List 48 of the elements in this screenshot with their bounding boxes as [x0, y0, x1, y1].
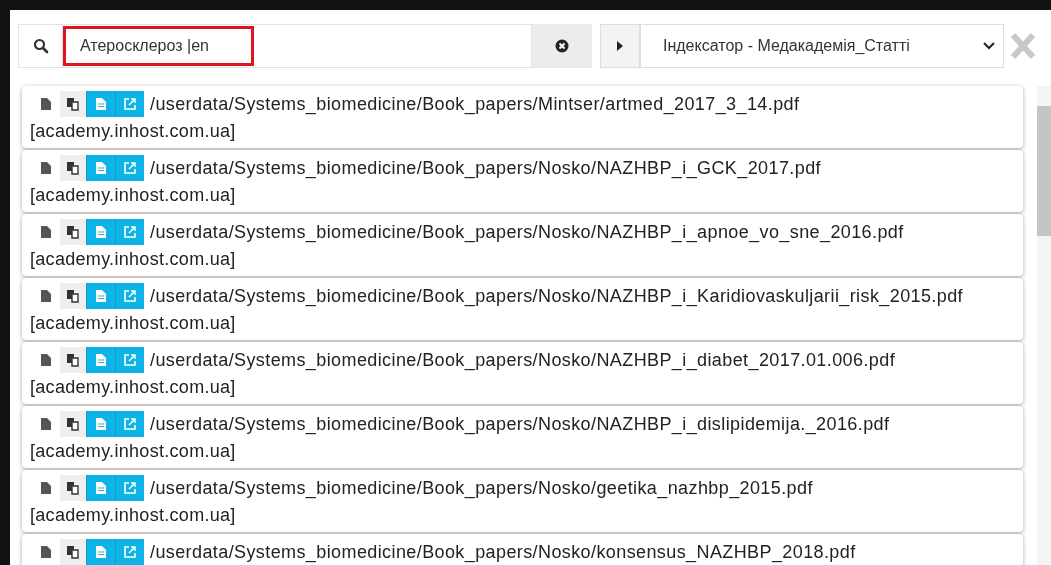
file-icon[interactable] [40, 97, 52, 111]
close-icon[interactable] [1010, 32, 1036, 60]
copy-icon[interactable] [60, 475, 86, 501]
search-field[interactable]: Атеросклероз |en [63, 26, 254, 66]
copy-icon[interactable] [60, 283, 86, 309]
external-link-icon[interactable] [115, 283, 144, 309]
external-link-icon[interactable] [115, 91, 144, 117]
source-domain: [academy.inhost.com.ua] [30, 120, 237, 143]
copy-icon[interactable] [60, 91, 86, 117]
clear-button[interactable] [532, 24, 592, 68]
file-icon[interactable] [40, 481, 52, 495]
copy-icon[interactable] [60, 539, 86, 565]
copy-icon[interactable] [60, 347, 86, 373]
external-link-icon[interactable] [115, 539, 144, 565]
file-path[interactable]: /userdata/Systems_biomedicine/Book_papers/Nosko/NAZHBP_i_GCK_2017.pdf [150, 157, 821, 179]
file-path[interactable]: /userdata/Systems_biomedicine/Book_papers/Mintser/artmed_2017_3_14.pdf [150, 93, 800, 115]
copy-icon[interactable] [60, 411, 86, 437]
file-path[interactable]: /userdata/Systems_biomedicine/Book_papers/Nosko/NAZHBP_i_diabet_2017.01.006.pdf [150, 349, 896, 371]
source-domain: [academy.inhost.com.ua] [30, 184, 237, 207]
file-icon[interactable] [40, 545, 52, 559]
scrollbar[interactable] [1037, 86, 1051, 565]
source-domain: [academy.inhost.com.ua] [30, 376, 237, 399]
source-domain: [academy.inhost.com.ua] [30, 440, 237, 463]
file-icon[interactable] [40, 353, 52, 367]
clear-icon [555, 39, 569, 53]
chevron-down-icon [983, 42, 995, 50]
copy-icon[interactable] [60, 219, 86, 245]
file-icon[interactable] [40, 417, 52, 431]
source-domain: [academy.inhost.com.ua] [30, 312, 237, 335]
file-path[interactable]: /userdata/Systems_biomedicine/Book_papers/Nosko/NAZHBP_i_Karidiovaskuljarii_risk_2015.pdf [150, 285, 963, 307]
external-link-icon[interactable] [115, 475, 144, 501]
file-icon[interactable] [40, 161, 52, 175]
play-icon [616, 41, 624, 51]
file-path[interactable]: /userdata/Systems_biomedicine/Book_papers/Nosko/konsensus_NAZHBP_2018.pdf [150, 541, 856, 563]
copy-icon[interactable] [60, 155, 86, 181]
file-icon[interactable] [40, 289, 52, 303]
external-link-icon[interactable] [115, 219, 144, 245]
source-domain: [academy.inhost.com.ua] [30, 248, 237, 271]
search-icon[interactable] [18, 24, 62, 68]
external-link-icon[interactable] [115, 347, 144, 373]
indexer-select[interactable]: Індексатор - Медакадемія_Статті [640, 24, 1004, 68]
source-domain: [academy.inhost.com.ua] [30, 504, 237, 527]
file-path[interactable]: /userdata/Systems_biomedicine/Book_papers/Nosko/NAZHBP_i_dislipidemija._2016.pdf [150, 413, 890, 435]
file-path[interactable]: /userdata/Systems_biomedicine/Book_papers/Nosko/NAZHBP_i_apnoe_vo_sne_2016.pdf [150, 221, 904, 243]
external-link-icon[interactable] [115, 155, 144, 181]
external-link-icon[interactable] [115, 411, 144, 437]
file-path[interactable]: /userdata/Systems_biomedicine/Book_papers/Nosko/geetika_nazhbp_2015.pdf [150, 477, 813, 499]
file-icon[interactable] [40, 225, 52, 239]
